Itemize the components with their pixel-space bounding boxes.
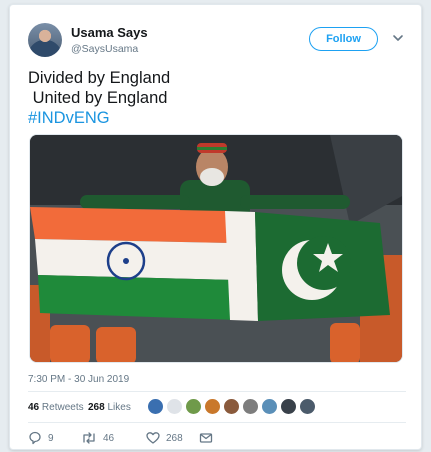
direct-message-button[interactable] — [199, 429, 213, 447]
likes-stat[interactable]: 268 Likes — [88, 402, 131, 413]
author-name[interactable]: Usama Says — [71, 25, 148, 40]
tweet-timestamp[interactable]: 7:30 PM - 30 Jun 2019 — [28, 374, 129, 385]
tweet-stats: 46 Retweets 268 Likes — [28, 398, 408, 418]
divider — [28, 391, 406, 392]
chevron-down-icon[interactable] — [391, 31, 405, 45]
author-handle[interactable]: @SaysUsama — [71, 43, 138, 55]
like-count: 268 — [166, 432, 183, 444]
heart-icon — [146, 432, 160, 444]
retweets-count: 46 — [28, 402, 40, 413]
retweet-button[interactable]: 46 — [81, 429, 114, 447]
tweet-photo[interactable] — [29, 134, 403, 363]
reply-icon — [29, 431, 41, 445]
retweets-label: Retweets — [41, 402, 84, 413]
liker-avatar[interactable] — [261, 398, 278, 415]
tweet-text-line: Divided by England — [28, 69, 171, 87]
like-button[interactable]: 268 — [146, 429, 183, 447]
liker-avatar[interactable] — [166, 398, 183, 415]
liker-avatar[interactable] — [280, 398, 297, 415]
liker-avatar[interactable] — [185, 398, 202, 415]
liker-avatar[interactable] — [299, 398, 316, 415]
reply-count: 9 — [48, 432, 54, 444]
tweet-header: Usama Says @SaysUsama Follow — [28, 23, 408, 63]
likes-count: 268 — [88, 402, 105, 413]
tweet-actions: 9 46 268 — [28, 429, 408, 447]
reply-button[interactable]: 9 — [28, 429, 54, 447]
author-avatar[interactable] — [28, 23, 62, 57]
retweets-stat[interactable]: 46 Retweets — [28, 402, 84, 413]
likes-label: Likes — [107, 402, 131, 413]
liker-avatar[interactable] — [242, 398, 259, 415]
liker-avatar[interactable] — [204, 398, 221, 415]
photo-image — [30, 135, 402, 362]
tweet-text: Divided by England United by England #IN… — [28, 68, 408, 128]
hashtag-link[interactable]: #INDvENG — [28, 108, 408, 128]
follow-button[interactable]: Follow — [309, 27, 378, 51]
tweet-card: Usama Says @SaysUsama Follow Divided by … — [9, 4, 422, 450]
tweet-text-line: United by England — [28, 89, 168, 107]
divider — [28, 422, 406, 423]
liker-avatar[interactable] — [147, 398, 164, 415]
liker-avatar[interactable] — [223, 398, 240, 415]
retweet-count: 46 — [103, 432, 115, 444]
retweet-icon — [83, 432, 95, 444]
envelope-icon — [199, 433, 213, 443]
